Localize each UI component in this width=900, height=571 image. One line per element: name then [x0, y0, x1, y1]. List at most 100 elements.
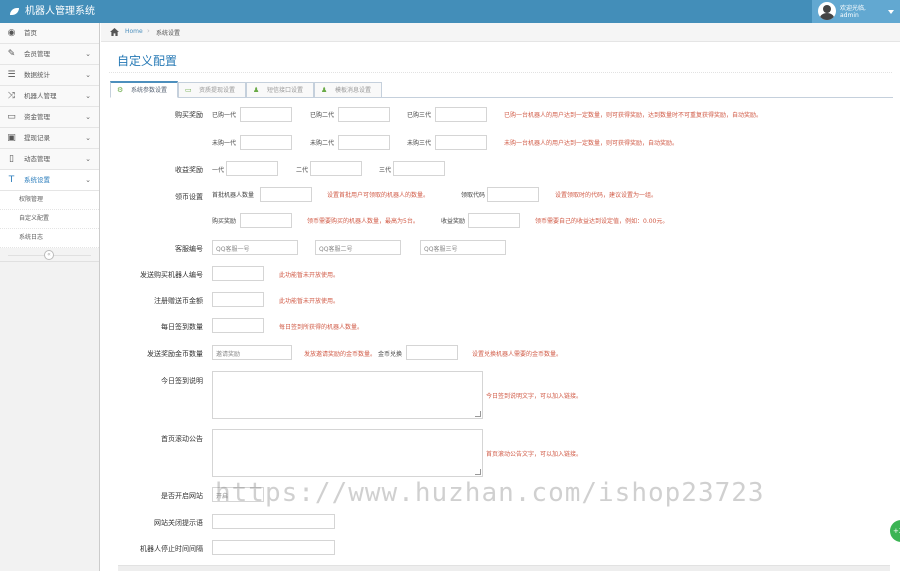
claim-code-input[interactable]	[487, 187, 539, 202]
credit-card-icon: ▭	[185, 86, 192, 94]
tab-system-params[interactable]: ⚙ 系统参数设置	[110, 81, 178, 98]
first-robot-count-hint: 设置首批用户可领取的机器人的数量。	[327, 192, 430, 199]
sidebar-subitem-custom-config[interactable]: 自定义配置	[0, 210, 99, 229]
breadcrumb: Home › 系统设置	[101, 23, 900, 42]
qq-service-2-input[interactable]: QQ客服二号	[315, 240, 401, 255]
register-amount-hint: 此功能暂未开放使用。	[279, 298, 340, 305]
coin-exchange-hint: 设置兑换机器人需要的金币数量。	[472, 351, 563, 358]
home-icon	[110, 28, 119, 36]
claim-code-hint: 设置领取时的代码，建议设置为一组。	[555, 192, 658, 199]
unpurchased-gen3-label: 未购三代	[407, 140, 432, 147]
sidebar-item-settings[interactable]: T 系统设置 ⌄	[0, 170, 99, 191]
qq-service-2-placeholder: QQ客服二号	[319, 246, 353, 253]
income-gen1-label: 一代	[212, 167, 225, 174]
first-robot-count-label: 首批机器人数量	[212, 192, 255, 199]
tab-sms-settings[interactable]: ♟ 短信接口设置	[246, 82, 314, 98]
qq-service-1-input[interactable]: QQ客服一号	[212, 240, 298, 255]
sidebar-item-withdrawals[interactable]: ▣ 提现记录 ⌄	[0, 128, 99, 149]
today-intro-label: 今日签到说明	[161, 377, 203, 385]
unpurchased-gen2-input[interactable]	[338, 135, 390, 150]
chevron-down-icon: ⌄	[85, 113, 91, 121]
double-angle-left-icon[interactable]: «	[44, 250, 54, 260]
brand[interactable]: 机器人管理系统	[10, 0, 95, 23]
invite-reward-input[interactable]: 邀请奖励	[212, 345, 292, 360]
user-menu[interactable]: 欢迎光临, admin	[812, 0, 900, 23]
tab-withdraw-settings[interactable]: ▭ 资质提现设置	[178, 82, 246, 98]
dashboard-icon: ◉	[7, 28, 16, 38]
buy-reward-label: 购买奖励	[212, 218, 237, 225]
unpurchased-gen3-input[interactable]	[435, 135, 487, 150]
sidebar-item-members[interactable]: ✎ 会员管理 ⌄	[0, 44, 99, 65]
close-tip-input[interactable]	[212, 514, 335, 529]
sidebar-item-funds[interactable]: ▭ 资金管理 ⌄	[0, 107, 99, 128]
income-gen1-input[interactable]	[226, 161, 278, 176]
purchase-gen3-label: 已购三代	[407, 112, 432, 119]
income-gen2-label: 二代	[296, 167, 309, 174]
purchase-gen1-label: 已购一代	[212, 112, 237, 119]
shuffle-icon: ⤨	[7, 91, 16, 101]
home-notice-textarea[interactable]	[212, 429, 483, 477]
app-title: 机器人管理系统	[25, 6, 95, 17]
unpurchased-reward-hint: 未购一台机器人的用户达到一定数量，则可获得奖励，自动奖励。	[504, 140, 679, 147]
home-notice-label: 首页滚动公告	[161, 435, 203, 443]
income-gen2-input[interactable]	[310, 161, 362, 176]
sidebar-collapse-bar: «	[0, 248, 99, 262]
today-intro-textarea[interactable]	[212, 371, 483, 419]
sidebar-subitem-permissions[interactable]: 权限管理	[0, 191, 99, 210]
page-title: 自定义配置	[117, 54, 178, 68]
recent-robot-hint: 此功能暂未开放使用。	[279, 272, 340, 279]
recent-robot-input[interactable]	[212, 266, 264, 281]
income-gen3-input[interactable]	[393, 161, 445, 176]
income-reward-label: 收益奖励	[175, 166, 203, 174]
sidebar-item-label: 机器人管理	[24, 92, 57, 100]
robot-time-label: 机器人停止时间间隔	[140, 545, 203, 553]
qq-service-3-input[interactable]: QQ客服三号	[420, 240, 506, 255]
chevron-down-icon: ⌄	[85, 155, 91, 163]
close-tip-label: 网站关闭提示语	[154, 519, 203, 527]
float-action-button[interactable]: +2	[890, 520, 900, 542]
avatar	[818, 2, 836, 20]
unpurchased-gen1-input[interactable]	[240, 135, 292, 150]
breadcrumb-home[interactable]: Home	[125, 28, 143, 35]
purchase-gen1-input[interactable]	[240, 107, 292, 122]
tab-label: 短信接口设置	[267, 87, 304, 94]
coin-exchange-input[interactable]	[406, 345, 458, 360]
tab-label: 资质提现设置	[199, 87, 236, 94]
buy-reward-hint: 领币需要购买的机器人数量，最高为5台。	[307, 218, 419, 225]
register-amount-label: 注册赠送币金额	[154, 297, 203, 305]
purchase-gen2-input[interactable]	[338, 107, 390, 122]
tab-template-settings[interactable]: ♟ 模板消息设置	[314, 82, 382, 98]
user-icon: ♟	[321, 86, 328, 94]
today-intro-hint: 今日签到说明文字，可以加入链接。	[486, 393, 583, 400]
chevron-down-icon: ⌄	[85, 50, 91, 58]
sidebar-item-robots[interactable]: ⤨ 机器人管理 ⌄	[0, 86, 99, 107]
sidebar-item-label: 数据统计	[24, 71, 50, 79]
tab-bar: ⚙ 系统参数设置 ▭ 资质提现设置 ♟ 短信接口设置 ♟ 模板消息设置	[110, 81, 893, 98]
unpurchased-gen2-label: 未购二代	[310, 140, 335, 147]
gain-reward-input[interactable]	[468, 213, 520, 228]
gain-reward-label: 收益奖励	[441, 218, 466, 225]
user-icon: ♟	[253, 86, 260, 94]
buy-reward-input[interactable]	[240, 213, 292, 228]
sidebar-item-stats[interactable]: ☰ 数据统计 ⌄	[0, 65, 99, 86]
register-amount-input[interactable]	[212, 292, 264, 307]
list-icon: ☰	[7, 70, 16, 80]
gears-icon: ⚙	[117, 86, 124, 94]
sidebar-item-home[interactable]: ◉ 首页	[0, 23, 99, 44]
sidebar-item-label: 系统设置	[24, 176, 50, 184]
sidebar-item-dynamics[interactable]: ▯ 动态管理 ⌄	[0, 149, 99, 170]
sidebar-subitem-system-log[interactable]: 系统日志	[0, 229, 99, 248]
robot-time-input[interactable]	[212, 540, 335, 555]
sidebar-item-label: 提现记录	[24, 134, 50, 142]
site-open-label: 是否开启网站	[161, 492, 203, 500]
daily-notes-input[interactable]	[212, 318, 264, 333]
user-name: admin	[840, 12, 859, 19]
purchase-reward-label: 购买奖励	[175, 111, 203, 119]
gain-reward-hint: 领币需要自己的收益达到设定值，例如：0.00元。	[535, 218, 669, 225]
chevron-down-icon: ⌄	[85, 176, 91, 184]
home-notice-hint: 首页滚动公告文字，可以加入链接。	[486, 451, 583, 458]
purchase-gen3-input[interactable]	[435, 107, 487, 122]
first-robot-count-input[interactable]	[260, 187, 312, 202]
trade-settings-label: 领币设置	[175, 193, 203, 201]
desktop-icon: ▣	[7, 133, 16, 143]
